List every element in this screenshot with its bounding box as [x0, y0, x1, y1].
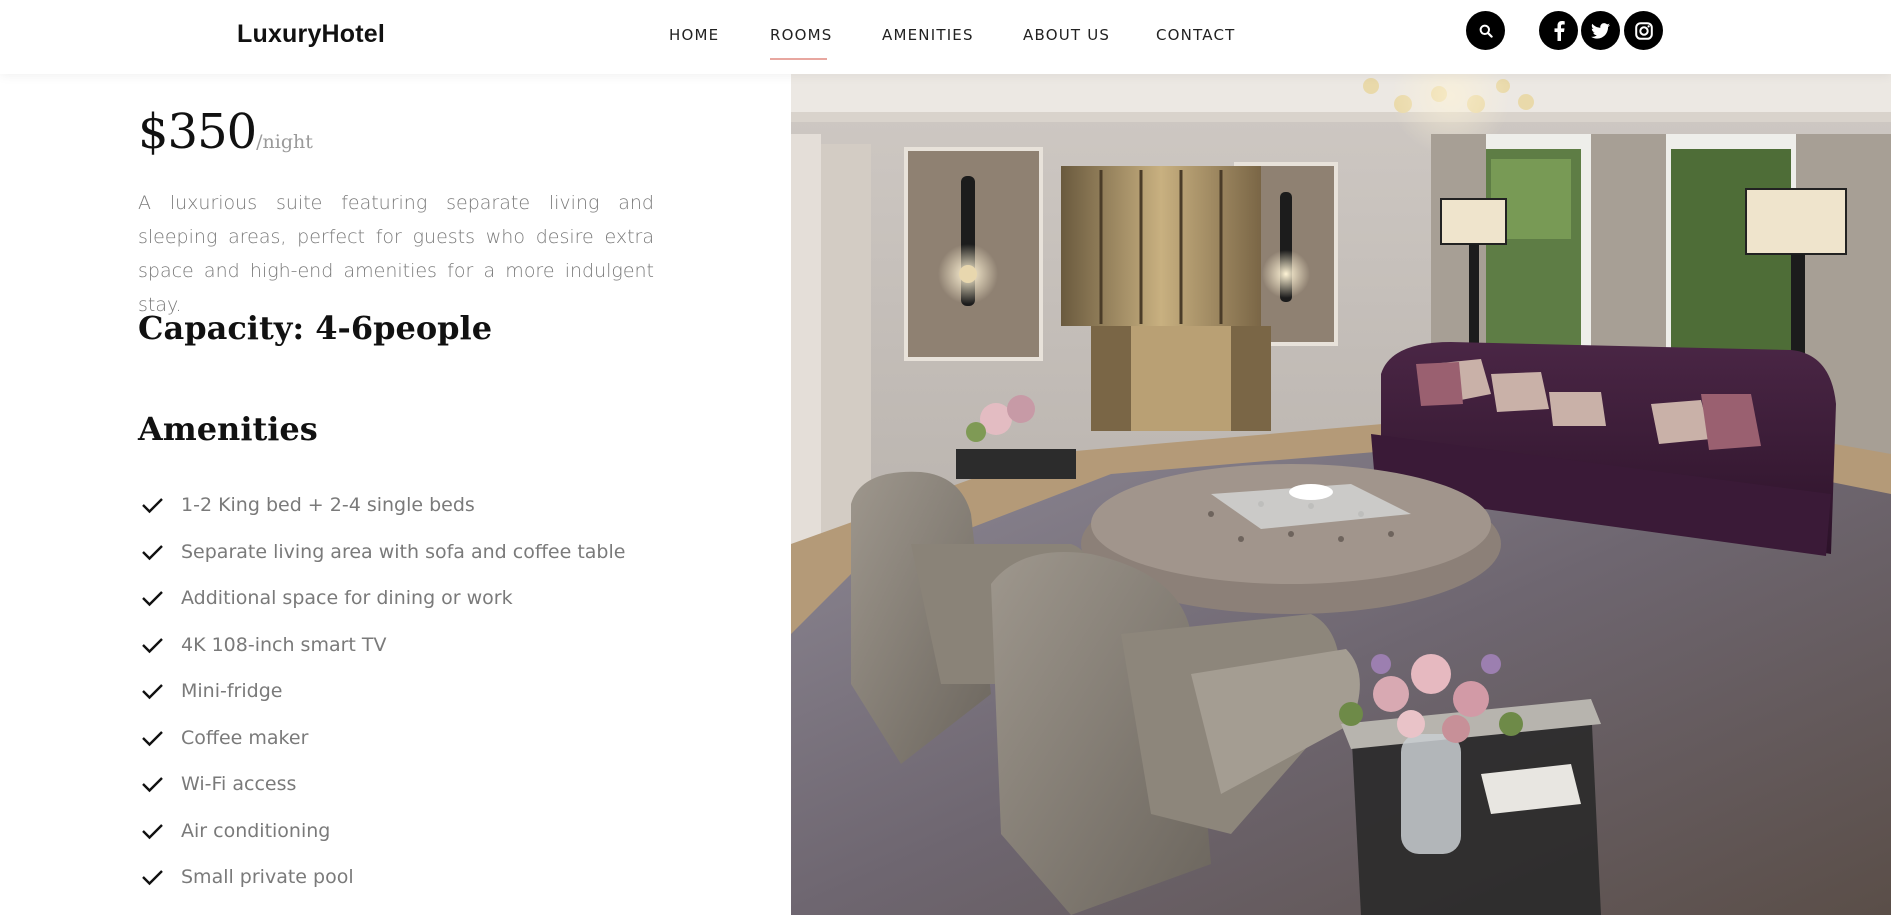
twitter-icon [1591, 22, 1610, 39]
list-item: Wi-Fi access [138, 761, 625, 808]
amenity-label: Coffee maker [181, 726, 309, 749]
amenities-list: 1-2 King bed + 2-4 single beds Separate … [138, 482, 625, 901]
instagram-icon [1634, 21, 1653, 40]
check-icon [142, 777, 163, 793]
check-icon [142, 870, 163, 886]
amenity-label: Additional space for dining or work [181, 587, 513, 610]
amenity-label: 1-2 King bed + 2-4 single beds [181, 494, 475, 517]
list-item: 4K 108-inch smart TV [138, 622, 625, 669]
price-amount: $350 [138, 104, 257, 160]
nav-about-us[interactable]: ABOUT US [1023, 26, 1110, 44]
list-item: Mini-fridge [138, 668, 625, 715]
room-description: A luxurious suite featuring separate liv… [138, 192, 654, 316]
amenity-label: Wi-Fi access [181, 773, 297, 796]
search-button[interactable] [1466, 11, 1505, 50]
site-header: LuxuryHotel HOME ROOMS AMENITIES ABOUT U… [0, 0, 1891, 74]
list-item: Air conditioning [138, 808, 625, 855]
nav-amenities[interactable]: AMENITIES [882, 26, 974, 44]
check-icon [142, 684, 163, 700]
facebook-icon [1554, 20, 1565, 41]
check-icon [142, 730, 163, 746]
room-price: $350/night [138, 104, 313, 160]
amenity-label: Air conditioning [181, 819, 331, 842]
twitter-button[interactable] [1581, 11, 1620, 50]
active-nav-underline [770, 58, 827, 60]
suite-living-room-photo [791, 74, 1891, 915]
check-icon [142, 498, 163, 514]
nav-rooms[interactable]: ROOMS [770, 26, 833, 44]
list-item: Additional space for dining or work [138, 575, 625, 622]
room-capacity: Capacity: 4-6people [138, 309, 493, 347]
nav-contact[interactable]: CONTACT [1156, 26, 1236, 44]
price-per-night: /night [256, 131, 313, 153]
amenity-label: Small private pool [181, 866, 354, 889]
facebook-button[interactable] [1539, 11, 1578, 50]
check-icon [142, 591, 163, 607]
list-item: 1-2 King bed + 2-4 single beds [138, 482, 625, 529]
list-item: Coffee maker [138, 715, 625, 762]
check-icon [142, 637, 163, 653]
instagram-button[interactable] [1624, 11, 1663, 50]
list-item: Separate living area with sofa and coffe… [138, 529, 625, 576]
check-icon [142, 544, 163, 560]
nav-home[interactable]: HOME [669, 26, 719, 44]
list-item: Small private pool [138, 854, 625, 901]
check-icon [142, 823, 163, 839]
amenities-title: Amenities [138, 410, 318, 448]
site-logo[interactable]: LuxuryHotel [237, 20, 385, 49]
amenity-label: 4K 108-inch smart TV [181, 633, 387, 656]
amenity-label: Separate living area with sofa and coffe… [181, 540, 626, 563]
search-icon [1479, 24, 1493, 38]
amenity-label: Mini-fridge [181, 680, 283, 703]
